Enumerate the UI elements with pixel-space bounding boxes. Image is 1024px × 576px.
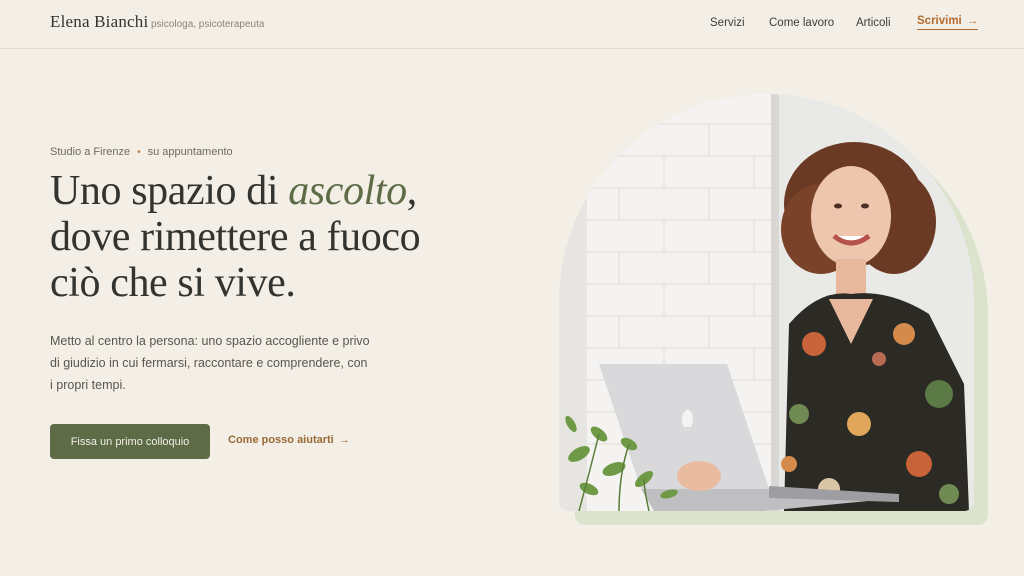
contact-cta-label: Scrivimi <box>917 15 962 27</box>
brand-subtitle: psicologa, psicoterapeuta <box>151 19 265 30</box>
top-navigation-bar: Elena Bianchi psicologa, psicoterapeuta … <box>0 0 1024 49</box>
headline-line3: ciò che si vive. <box>50 260 296 306</box>
headline-line2: dove rimettere a fuoco <box>50 214 421 260</box>
hero-eyebrow: Studio a Firenze • su appuntamento <box>50 146 233 158</box>
hero-lead-text: Metto al centro la persona: uno spazio a… <box>50 334 370 392</box>
eyebrow-location: Studio a Firenze <box>50 146 131 158</box>
nav-link-articoli[interactable]: Articoli <box>856 17 891 29</box>
contact-cta-link[interactable]: Scrivimi → <box>917 15 979 30</box>
portrait-illustration <box>559 94 974 511</box>
headline-accent-word: ascolto <box>288 168 407 214</box>
book-appointment-button[interactable]: Fissa un primo colloquio <box>50 424 210 459</box>
separator-dot: • <box>137 147 141 158</box>
nav-link-come-lavoro[interactable]: Come lavoro <box>769 17 834 29</box>
headline-part1: Uno spazio di <box>50 168 289 214</box>
how-i-help-label: Come posso aiutarti <box>228 434 334 446</box>
headline-part2: , <box>406 168 418 214</box>
hero-headline: Uno spazio di ascolto, dove rimettere a … <box>50 168 570 306</box>
brand-name[interactable]: Elena Bianchi <box>50 12 148 32</box>
arrow-right-icon: → <box>338 434 350 446</box>
nav-link-servizi[interactable]: Servizi <box>710 17 745 29</box>
hero-portrait-photo <box>559 94 974 511</box>
eyebrow-note: su appuntamento <box>147 146 233 158</box>
how-i-help-link[interactable]: Come posso aiutarti → <box>228 434 350 446</box>
arrow-right-icon: → <box>966 15 979 27</box>
